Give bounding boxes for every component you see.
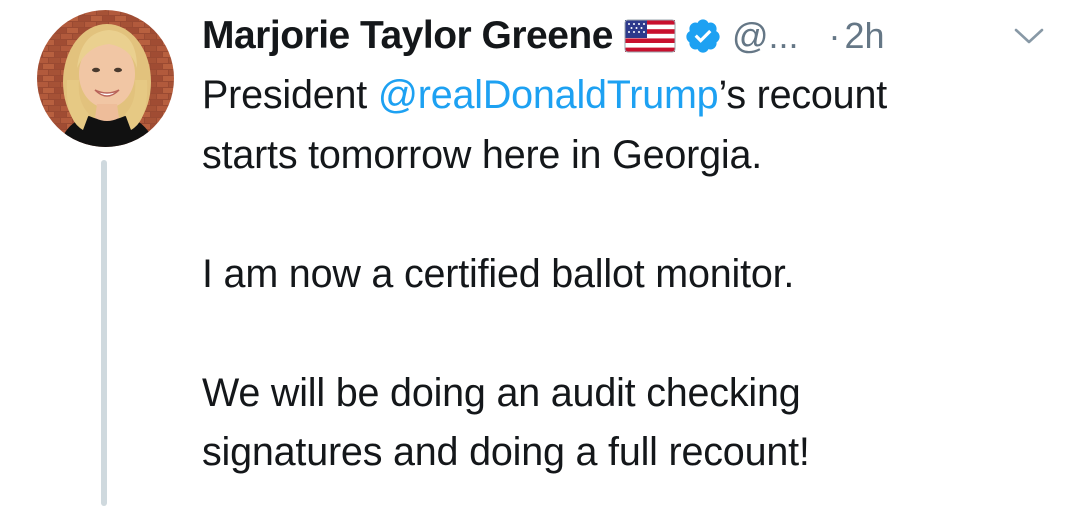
avatar-photo-icon [37, 10, 174, 147]
chevron-down-icon [1014, 28, 1044, 44]
time-separator: · [828, 15, 841, 56]
tweet-text-suffix: ’s recount [718, 73, 887, 117]
tweet-timestamp[interactable]: 2h [845, 15, 885, 57]
tweet-text-prefix: President [202, 73, 378, 117]
tweet-paragraph-3-line-2: signatures and doing a full recount! [202, 430, 810, 474]
tweet-line-2: starts tomorrow here in Georgia. [202, 132, 762, 177]
mention-link[interactable]: @realDonaldTrump [378, 73, 719, 117]
author-display-name[interactable]: Marjorie Taylor Greene [202, 14, 613, 58]
tweet: Marjorie Taylor Greene @... · 2h Preside… [0, 0, 1080, 506]
tweet-line-1: President @realDonaldTrump’s recount [202, 66, 1062, 126]
verified-badge-icon [684, 17, 722, 55]
tweet-header: Marjorie Taylor Greene @... · 2h [202, 10, 885, 62]
us-flag-icon [624, 18, 676, 54]
tweet-menu-button[interactable] [1009, 18, 1049, 54]
tweet-paragraph-2: I am now a certified ballot monitor. [202, 251, 795, 296]
author-handle[interactable]: @... [732, 15, 799, 57]
thread-line [101, 160, 107, 506]
tweet-body: President @realDonaldTrump’s recount sta… [202, 66, 1062, 483]
avatar[interactable] [37, 10, 174, 147]
tweet-paragraph-3-line-1: We will be doing an audit checking [202, 370, 801, 415]
